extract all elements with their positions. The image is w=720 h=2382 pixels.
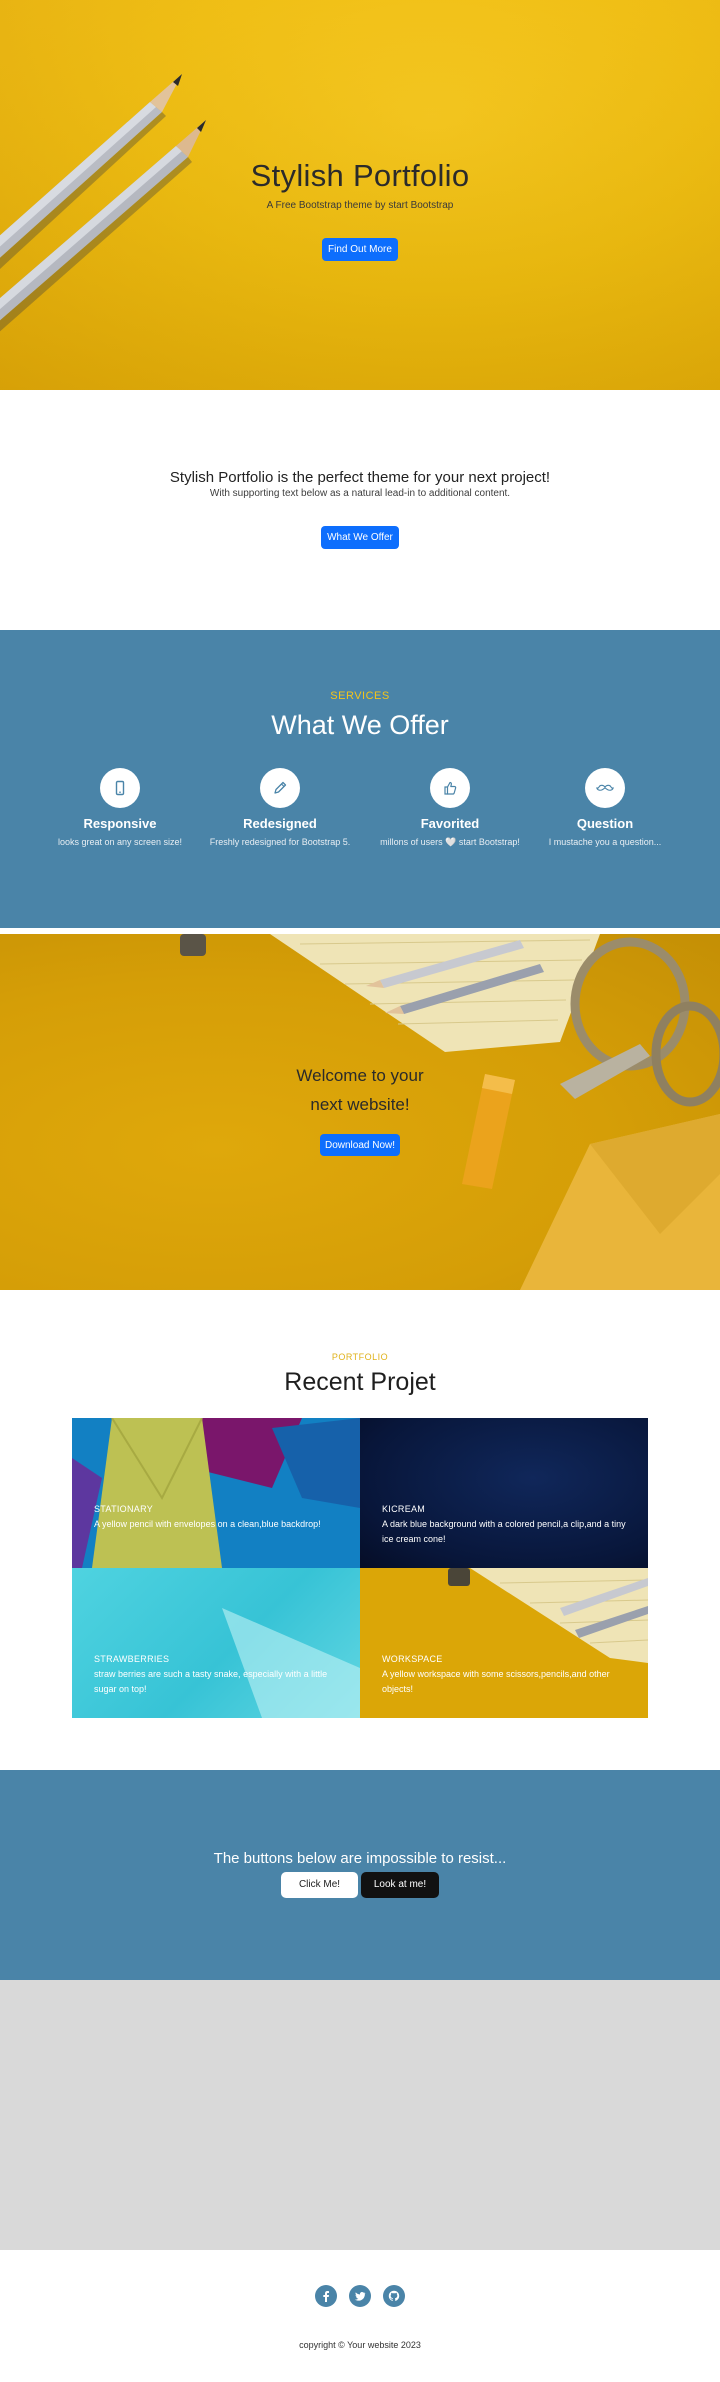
portfolio-item-stationary[interactable]: STATIONARY A yellow pencil with envelope… — [72, 1418, 360, 1568]
service-name: Redesigned — [243, 816, 317, 831]
thumbs-up-icon — [430, 768, 470, 808]
github-icon[interactable] — [383, 2285, 405, 2307]
phone-icon — [100, 768, 140, 808]
portfolio-title: Recent Projet — [284, 1368, 436, 1396]
portfolio-item-workspace[interactable]: WORKSPACE A yellow workspace with some s… — [360, 1568, 648, 1718]
pencil-icon — [260, 768, 300, 808]
look-at-me-button[interactable]: Look at me! — [361, 1872, 439, 1898]
service-description: Freshly redesigned for Bootstrap 5. — [209, 837, 351, 847]
map-placeholder — [0, 1980, 720, 2250]
twitter-icon[interactable] — [349, 2285, 371, 2307]
service-item-redesigned: Redesigned Freshly redesigned for Bootst… — [200, 768, 360, 847]
callout-line-2: next website! — [310, 1095, 410, 1114]
portfolio-item-description: A yellow pencil with envelopes on a clea… — [94, 1519, 321, 1529]
service-name: Responsive — [83, 816, 157, 831]
portfolio-item-strawberries[interactable]: STRAWBERRIES straw berries are such a ta… — [72, 1568, 360, 1718]
about-subtitle: With supporting text below as a natural … — [209, 488, 511, 499]
service-name: Favorited — [420, 816, 480, 831]
service-item-favorited: Favorited millons of users 🤍 start Boots… — [370, 768, 530, 848]
portfolio-item-name: STATIONARY — [94, 1504, 154, 1514]
service-name: Question — [576, 816, 634, 831]
portfolio-item-description: A dark blue background with a colored pe… — [382, 1519, 626, 1544]
service-item-responsive: Responsive looks great on any screen siz… — [40, 768, 200, 847]
hero-title: Stylish Portfolio — [250, 158, 470, 193]
download-now-button[interactable]: Download Now! — [320, 1134, 400, 1156]
call-to-action-section: The buttons below are impossible to resi… — [0, 1770, 720, 1980]
footer: copyright © Your website 2023 — [0, 2250, 720, 2382]
pencils-image — [0, 74, 206, 332]
portfolio-kicker: PORTFOLIO — [331, 1352, 389, 1362]
copyright-text: copyright © Your website 2023 — [299, 2340, 421, 2350]
services-kicker: SERVICES — [330, 690, 390, 702]
cta-title: The buttons below are impossible to resi… — [213, 1850, 507, 1867]
portfolio-section: PORTFOLIO Recent Projet STATIONARY A yel… — [0, 1290, 720, 1770]
about-title: Stylish Portfolio is the perfect theme f… — [169, 469, 551, 486]
service-description: looks great on any screen size! — [57, 837, 183, 847]
about-section: Stylish Portfolio is the perfect theme f… — [0, 390, 720, 630]
page: Stylish Portfolio A Free Bootstrap theme… — [0, 0, 720, 2382]
portfolio-item-description: straw berries are such a tasty snake, es… — [94, 1669, 328, 1694]
facebook-icon[interactable] — [315, 2285, 337, 2307]
service-description: millons of users 🤍 start Bootstrap! — [380, 837, 520, 847]
hero-subtitle: A Free Bootstrap theme by start Bootstra… — [266, 200, 454, 211]
portfolio-item-name: KICREAM — [382, 1504, 426, 1514]
click-me-button[interactable]: Click Me! — [281, 1872, 358, 1898]
hero-section: Stylish Portfolio A Free Bootstrap theme… — [0, 0, 720, 390]
portfolio-item-name: WORKSPACE — [382, 1654, 443, 1664]
portfolio-item-kicream[interactable]: KICREAM A dark blue background with a co… — [360, 1418, 648, 1568]
what-we-offer-button[interactable]: What We Offer — [321, 526, 399, 549]
callout-section: Welcome to your next website! Download N… — [0, 934, 720, 1290]
service-item-question: Question I mustache you a question... — [525, 768, 685, 847]
callout-line-1: Welcome to your — [296, 1066, 424, 1085]
services-section: SERVICES What We Offer Responsive looks … — [0, 630, 720, 928]
service-description: I mustache you a question... — [548, 837, 662, 847]
portfolio-item-description: A yellow workspace with some scissors,pe… — [382, 1669, 610, 1694]
services-title: What We Offer — [271, 710, 449, 740]
portfolio-item-name: STRAWBERRIES — [94, 1654, 170, 1664]
mustache-icon — [585, 768, 625, 808]
find-out-more-button[interactable]: Find Out More — [322, 238, 398, 261]
